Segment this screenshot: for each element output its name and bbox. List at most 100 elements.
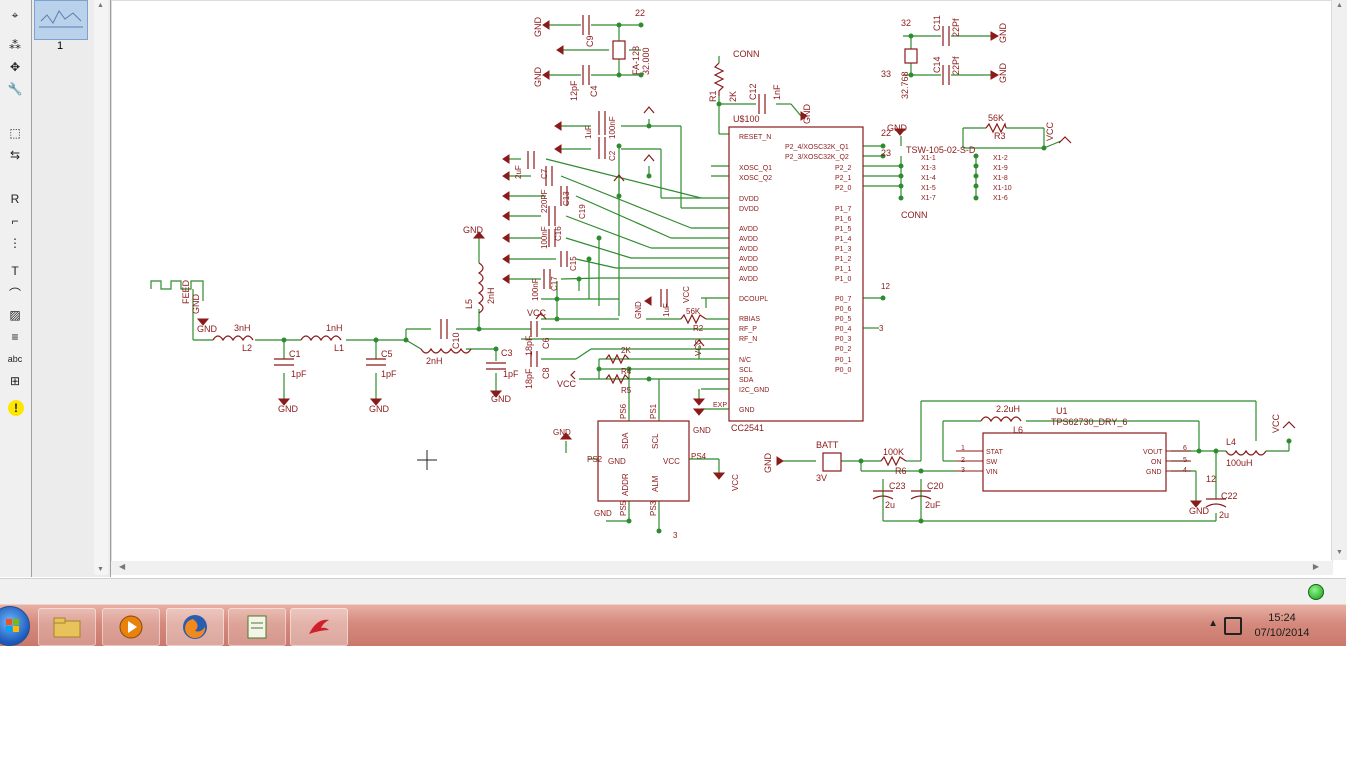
scroll-up-icon[interactable]: ▲ — [97, 2, 104, 9]
r2-value: 56K — [686, 307, 701, 316]
crystal-part: FA-128 — [631, 46, 641, 75]
sensor-scl: SCL — [651, 433, 660, 449]
r4-name: R4 — [621, 367, 632, 376]
system-clock[interactable]: 15:24 07/10/2014 — [1242, 611, 1322, 641]
net-3-label: 3 — [879, 324, 884, 333]
thumbnail-scrollbar[interactable]: ▲ ▼ — [94, 0, 108, 575]
c15-name: C15 — [569, 256, 578, 271]
scroll-up-icon[interactable]: ▲ — [1336, 2, 1343, 9]
pin-p1-4: P1_4 — [835, 236, 851, 243]
pin-avdd: AVDD — [739, 266, 758, 273]
pin-p2-2: P2_2 — [835, 165, 851, 172]
sheet-thumbnail[interactable] — [34, 0, 88, 40]
net-12-label: 12 — [881, 282, 890, 291]
net-22-label: 22 — [635, 8, 645, 18]
notepad-icon — [247, 615, 267, 639]
status-indicator-icon[interactable] — [1308, 584, 1324, 600]
net-icon[interactable]: ⋮ — [4, 234, 26, 252]
c17-name: C17 — [550, 276, 559, 291]
r6-value: 100K — [883, 447, 904, 457]
show-hidden-icons-icon[interactable]: ▲ — [1208, 618, 1218, 629]
gnd-label: GND — [197, 324, 218, 334]
scroll-down-icon[interactable]: ▼ — [1336, 549, 1343, 556]
pin-rf-n: RF_N — [739, 336, 757, 343]
text-icon[interactable]: T — [4, 262, 26, 280]
net-32-label: 32 — [901, 18, 911, 28]
frame-icon[interactable]: ⊞ — [4, 372, 26, 390]
scroll-right-icon[interactable]: ▶ — [1313, 562, 1319, 571]
move-icon[interactable]: ✥ — [4, 58, 26, 76]
pin-p0-6: P0_6 — [835, 306, 851, 313]
pin-exp: EXP — [713, 402, 727, 409]
firefox-icon — [183, 615, 207, 639]
scroll-left-icon[interactable]: ◀ — [119, 562, 125, 571]
select-icon[interactable]: ⬚ — [4, 124, 26, 142]
l1-name: L1 — [334, 343, 344, 353]
pin-p0-5: P0_5 — [835, 316, 851, 323]
c22-value: 2u — [1219, 510, 1229, 520]
scroll-down-icon[interactable]: ▼ — [97, 566, 104, 573]
pin-p1-1: P1_1 — [835, 266, 851, 273]
gnd-label: GND — [278, 404, 299, 414]
vcc-label: VCC — [1045, 121, 1055, 141]
c6-value: 18pF — [524, 335, 534, 356]
crystal-frequency: 32.000 — [641, 47, 651, 75]
pad-ps6: PS6 — [619, 403, 628, 419]
canvas-vertical-scrollbar[interactable]: ▲ ▼ — [1331, 0, 1347, 560]
pin-p2-4: P2_4/XOSC32K_Q1 — [785, 144, 849, 151]
pin-p2-3: P2_3/XOSC32K_Q2 — [785, 154, 849, 161]
pin-p2-1: P2_1 — [835, 175, 851, 182]
taskbar-explorer-button[interactable] — [38, 608, 96, 646]
spellcheck-icon[interactable]: abc — [4, 350, 26, 368]
u1-pin-gnd: GND — [1146, 469, 1162, 476]
gnd-label: GND — [998, 63, 1008, 84]
l6-value: 2.2uH — [996, 404, 1020, 414]
net-23-label: 23 — [881, 148, 891, 158]
u1-pin-on: ON — [1151, 459, 1162, 466]
gnd-label: GND — [191, 294, 201, 315]
c1-value: 1pF — [291, 369, 307, 379]
c8-name: C8 — [541, 367, 551, 379]
l1-value: 1nH — [326, 323, 343, 333]
crystal32-frequency: 32.768 — [900, 71, 910, 99]
start-button[interactable] — [0, 606, 30, 646]
gnd-label: GND — [533, 67, 543, 88]
windows-taskbar: ▲ 15:24 07/10/2014 — [0, 604, 1346, 646]
gnd-label: GND — [491, 394, 512, 404]
pin-swap-icon[interactable]: ⇆ — [4, 146, 26, 164]
taskbar-firefox-button[interactable] — [166, 608, 224, 646]
canvas-horizontal-scrollbar[interactable]: ◀ ▶ — [111, 561, 1333, 575]
gnd-label: GND — [998, 23, 1008, 44]
thumbnail-preview-icon — [39, 10, 83, 28]
pin-dvdd: DVDD — [739, 196, 759, 203]
arc-icon[interactable]: ⌒ — [4, 284, 26, 302]
c5-name: C5 — [381, 349, 393, 359]
taskbar-notepad-button[interactable] — [228, 608, 286, 646]
bus-icon[interactable]: ≡ — [4, 328, 26, 346]
erc-warning-icon[interactable]: ! — [8, 400, 24, 416]
conn-label: CONN — [901, 210, 928, 220]
gnd-label: GND — [634, 301, 643, 319]
pin-nc: N/C — [739, 357, 751, 364]
r3-name: R3 — [994, 131, 1006, 141]
polygon-icon[interactable]: ▨ — [4, 306, 26, 324]
pin-p1-7: P1_7 — [835, 206, 851, 213]
vcc-label: VCC — [527, 308, 547, 318]
c9-name: C9 — [585, 35, 595, 47]
sensor-gnd: GND — [608, 457, 626, 466]
wrench-icon[interactable]: 🔧 — [4, 80, 26, 98]
taskbar-media-player-button[interactable] — [102, 608, 160, 646]
c10-name: C10 — [451, 332, 461, 349]
wire-icon[interactable]: ⌐ — [4, 212, 26, 230]
dimension-icon[interactable]: ⌖ — [4, 6, 26, 24]
u1-part: TPS62730_DRY_6 — [1051, 417, 1127, 427]
schematic-canvas[interactable]: FEED GND GND 3nH L2 1nH L1 C1 1pF C5 1pF… — [111, 0, 1333, 562]
resistor-icon[interactable]: R — [4, 190, 26, 208]
group-icon[interactable]: ⁂ — [4, 36, 26, 54]
tray-device-icon[interactable] — [1224, 617, 1242, 635]
battery-name: BATT — [816, 440, 839, 450]
c1-name: C1 — [289, 349, 301, 359]
clock-time: 15:24 — [1268, 612, 1296, 624]
taskbar-eagle-button[interactable] — [290, 608, 348, 646]
gnd-label: GND — [1189, 506, 1210, 516]
